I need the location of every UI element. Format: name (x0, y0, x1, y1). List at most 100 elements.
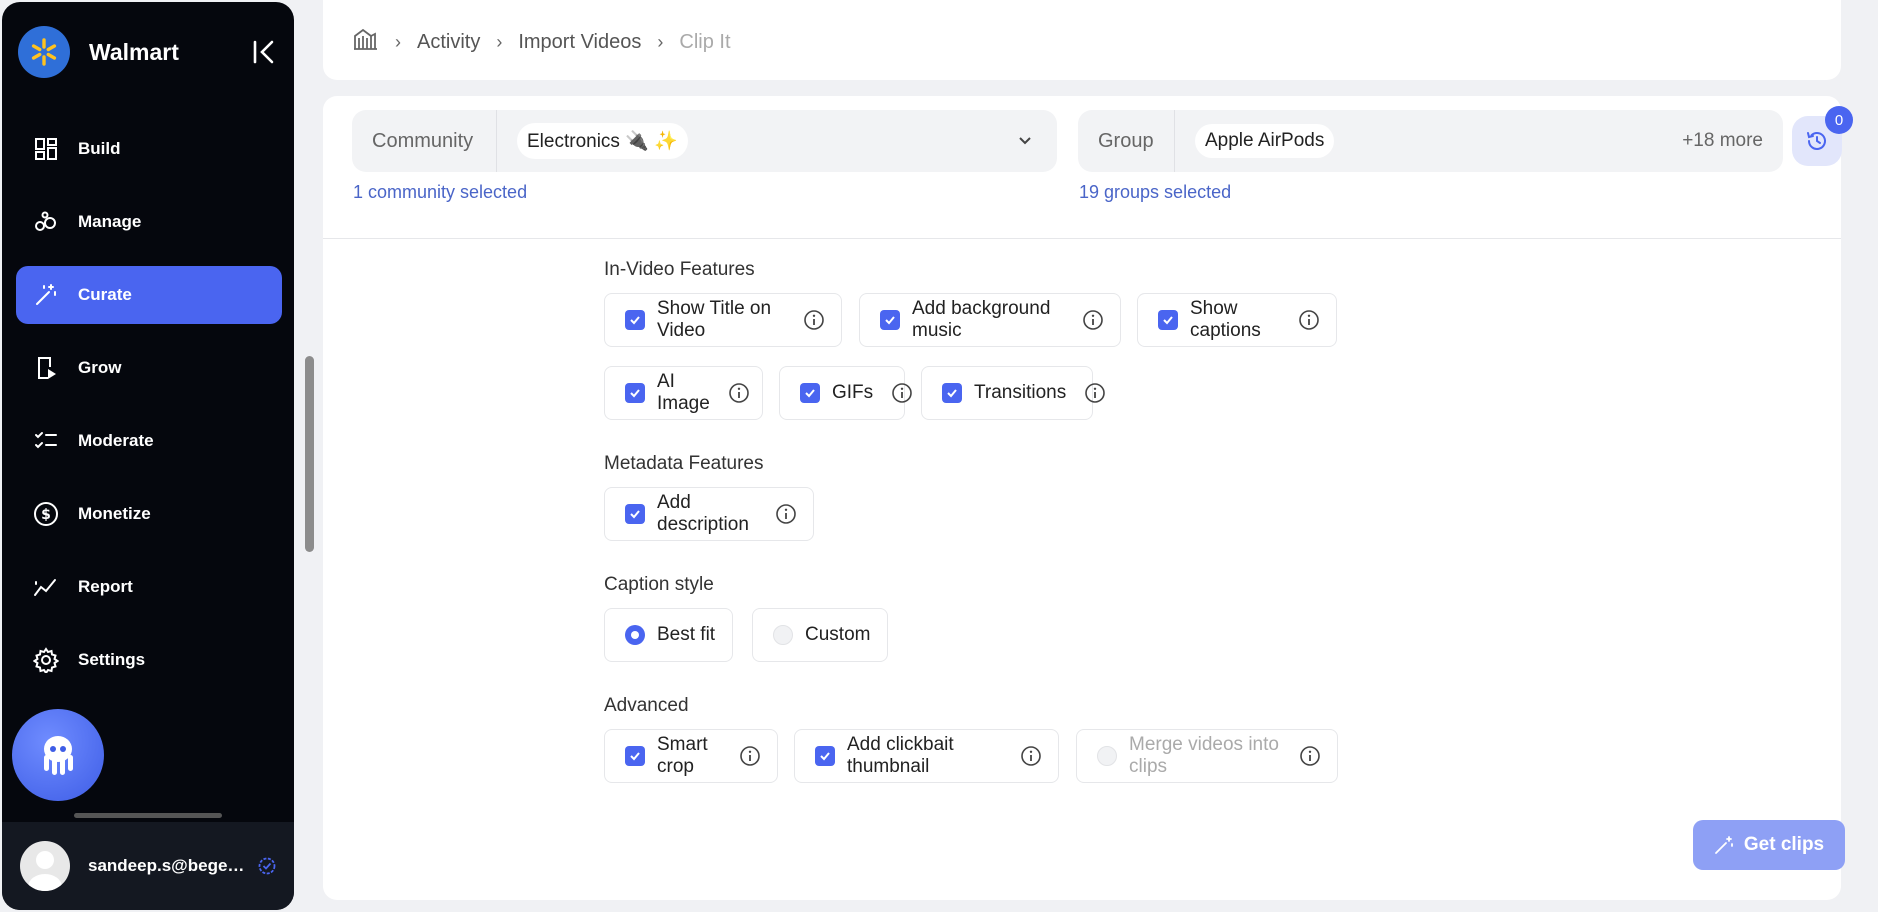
option-label: Add background music (912, 298, 1051, 341)
info-icon[interactable] (1082, 309, 1104, 331)
checkbox-checked-icon[interactable] (625, 746, 645, 766)
option-merge-videos[interactable]: Merge videos into clips (1076, 729, 1338, 783)
dollar-icon: $ (32, 500, 60, 528)
radio-selected-icon[interactable] (625, 625, 645, 645)
option-label: Add description (657, 492, 749, 535)
checkbox-checked-icon[interactable] (1158, 310, 1178, 330)
info-icon[interactable] (1020, 745, 1042, 767)
option-label: AI Image (657, 371, 710, 414)
option-ai-image[interactable]: AI Image (604, 366, 763, 420)
option-gifs[interactable]: GIFs (779, 366, 912, 420)
user-profile[interactable]: sandeep.s@begen... (2, 822, 294, 910)
breadcrumb-activity[interactable]: Activity (417, 31, 480, 54)
sidebar-item-curate[interactable]: Curate (16, 266, 282, 324)
group-filter[interactable]: Group Apple AirPods +18 more (1078, 110, 1783, 172)
option-label: Custom (805, 624, 871, 645)
info-icon[interactable] (775, 503, 797, 525)
sidebar-item-report[interactable]: Report (16, 558, 282, 616)
option-background-music[interactable]: Add background music (859, 293, 1121, 347)
checkbox-checked-icon[interactable] (800, 383, 820, 403)
sidebar-item-moderate[interactable]: Moderate (16, 412, 282, 470)
sidebar-item-build[interactable]: Build (16, 120, 282, 178)
breadcrumb-import-videos[interactable]: Import Videos (518, 31, 641, 54)
checkbox-checked-icon[interactable] (625, 383, 645, 403)
breadcrumb-separator: › (496, 31, 503, 52)
info-icon[interactable] (1084, 382, 1106, 404)
sidebar-item-label: Build (78, 139, 121, 158)
bubbles-icon (32, 208, 60, 236)
option-smart-crop[interactable]: Smart crop (604, 729, 778, 783)
user-email: sandeep.s@begen... (88, 856, 248, 875)
info-icon[interactable] (1299, 745, 1321, 767)
sidebar-scroll-handle[interactable] (74, 813, 222, 818)
get-clips-button[interactable]: Get clips (1693, 820, 1845, 870)
info-icon[interactable] (728, 382, 750, 404)
sidebar-item-grow[interactable]: Grow (16, 339, 282, 397)
page-scrollbar[interactable] (305, 356, 314, 552)
collapse-sidebar-icon[interactable] (250, 38, 278, 66)
caption-style-title: Caption style (604, 574, 714, 595)
info-icon[interactable] (803, 309, 825, 331)
in-video-features-title: In-Video Features (604, 259, 755, 280)
group-chip-label: Apple AirPods (1205, 130, 1325, 151)
sidebar-item-monetize[interactable]: $ Monetize (16, 485, 282, 543)
checkbox-checked-icon[interactable] (880, 310, 900, 330)
home-icon[interactable] (353, 28, 379, 56)
sidebar-item-label: Moderate (78, 431, 154, 450)
sidebar-item-settings[interactable]: Settings (16, 631, 282, 689)
breadcrumb-current: Clip It (679, 30, 731, 53)
checkbox-checked-icon[interactable] (625, 504, 645, 524)
community-chip[interactable]: Electronics 🔌 ✨ (517, 123, 688, 159)
walmart-spark-icon (18, 26, 70, 78)
radio-unselected-icon[interactable] (773, 625, 793, 645)
avatar (20, 841, 70, 891)
group-label: Group (1078, 110, 1175, 172)
breadcrumb-separator: › (395, 31, 401, 52)
verified-badge-icon (258, 857, 276, 875)
radio-custom[interactable]: Custom (752, 608, 888, 662)
community-chip-label: Electronics 🔌 ✨ (527, 131, 678, 152)
sidebar-item-label: Grow (78, 358, 122, 377)
advanced-title: Advanced (604, 695, 689, 716)
checklist-icon (32, 427, 60, 455)
chevron-down-icon[interactable] (1015, 130, 1035, 150)
dashboard-icon (32, 135, 60, 163)
group-chip[interactable]: Apple AirPods (1195, 124, 1335, 158)
sidebar-item-label: Manage (78, 212, 142, 231)
sidebar: Walmart Build Manage Curate Grow Moderat… (2, 2, 294, 910)
brand[interactable]: Walmart (18, 26, 179, 78)
sidebar-item-label: Monetize (78, 504, 151, 523)
option-transitions[interactable]: Transitions (921, 366, 1106, 420)
get-clips-label: Get clips (1743, 834, 1825, 855)
option-label: Merge videos into clips (1129, 734, 1279, 777)
option-show-captions[interactable]: Show captions (1137, 293, 1337, 347)
checkbox-checked-icon[interactable] (942, 383, 962, 403)
option-show-title[interactable]: Show Title on Video (604, 293, 842, 347)
main-panel: Community Electronics 🔌 ✨ 1 community se… (323, 96, 1853, 900)
groups-selected-count: 19 groups selected (1079, 182, 1232, 202)
assistant-octopus-icon[interactable] (12, 709, 104, 801)
radio-best-fit[interactable]: Best fit (604, 608, 733, 662)
checkbox-disabled-icon[interactable] (1097, 746, 1117, 766)
more-groups-count[interactable]: +18 more (1682, 130, 1763, 152)
svg-text:$: $ (41, 507, 51, 523)
checkbox-checked-icon[interactable] (815, 746, 835, 766)
option-label: Best fit (657, 624, 716, 645)
history-count-badge: 0 (1825, 106, 1853, 134)
checkbox-checked-icon[interactable] (625, 310, 645, 330)
sidebar-item-label: Settings (78, 650, 146, 669)
option-clickbait-thumbnail[interactable]: Add clickbait thumbnail (794, 729, 1059, 783)
brand-name: Walmart (89, 38, 179, 65)
breadcrumb-separator: › (657, 31, 664, 52)
sidebar-item-manage[interactable]: Manage (16, 193, 282, 251)
sidebar-item-label: Report (78, 577, 133, 596)
option-add-description[interactable]: Add description (604, 487, 814, 541)
info-icon[interactable] (891, 382, 913, 404)
option-label: GIFs (832, 382, 874, 403)
divider (323, 238, 1841, 239)
community-selected-count: 1 community selected (353, 182, 528, 202)
info-icon[interactable] (1298, 309, 1320, 331)
breadcrumb: › Activity › Import Videos › Clip It (353, 28, 731, 56)
info-icon[interactable] (739, 745, 761, 767)
community-filter[interactable]: Community Electronics 🔌 ✨ (352, 110, 1057, 172)
